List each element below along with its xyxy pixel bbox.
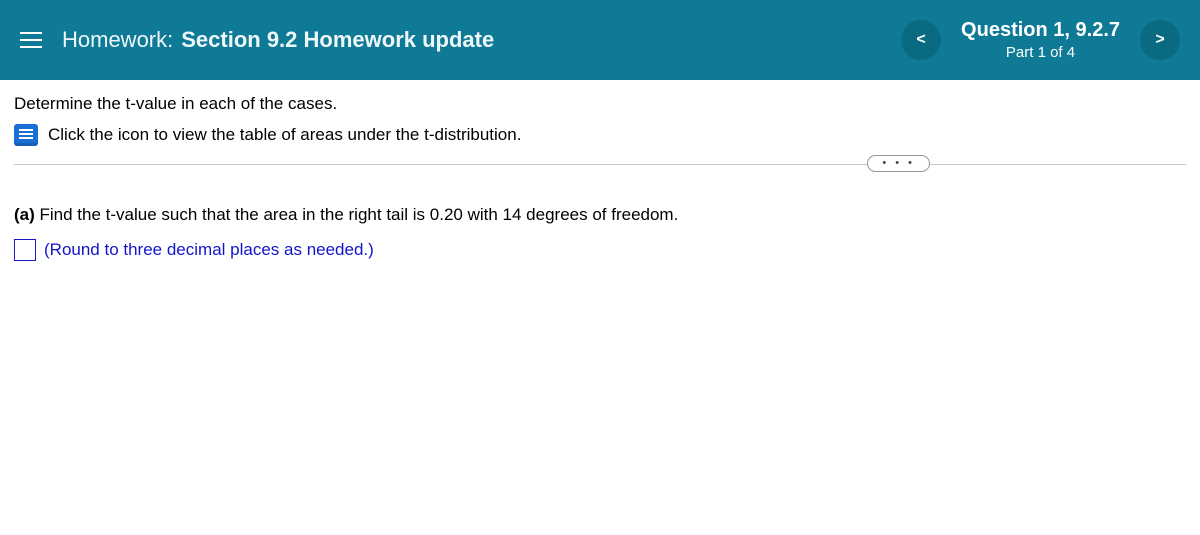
title-main: Section 9.2 Homework update [181,27,494,53]
answer-input[interactable] [14,239,36,261]
table-link-text[interactable]: Click the icon to view the table of area… [48,125,521,145]
chevron-right-icon: > [1155,31,1164,49]
chevron-left-icon: < [916,31,925,49]
table-link-row: Click the icon to view the table of area… [14,124,1186,146]
app-header: Homework: Section 9.2 Homework update < … [0,0,1200,80]
question-content: Determine the t-value in each of the cas… [0,80,1200,261]
assignment-title: Homework: Section 9.2 Homework update [62,27,494,53]
hamburger-menu-icon[interactable] [20,32,42,48]
question-title: Question 1, 9.2.7 [961,19,1120,42]
question-prompt: Determine the t-value in each of the cas… [14,94,1186,114]
part-a-row: (a) Find the t-value such that the area … [14,205,1186,225]
prev-question-button[interactable]: < [901,20,941,60]
next-question-button[interactable]: > [1140,20,1180,60]
question-info: Question 1, 9.2.7 Part 1 of 4 [961,19,1120,61]
section-divider: • • • [14,164,1186,165]
expand-ellipsis-button[interactable]: • • • [867,155,930,172]
part-a-text: Find the t-value such that the area in t… [35,205,679,224]
answer-row: (Round to three decimal places as needed… [14,239,1186,261]
question-part: Part 1 of 4 [961,44,1120,61]
table-icon[interactable] [14,124,38,146]
part-a-label: (a) [14,205,35,224]
rounding-note: (Round to three decimal places as needed… [44,240,374,260]
title-prefix: Homework: [62,27,173,53]
